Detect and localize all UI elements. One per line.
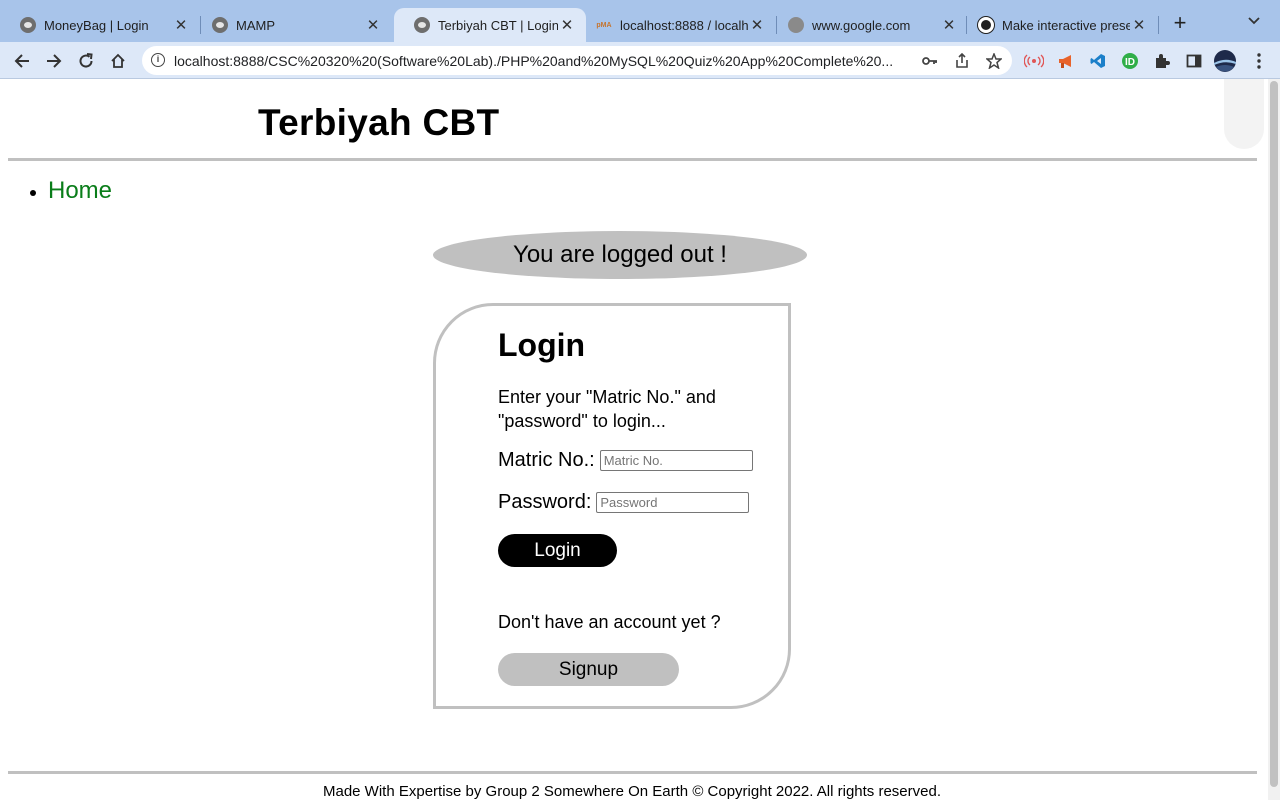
id-extension-icon[interactable]: ID: [1119, 50, 1141, 72]
tab-title: Terbiyah CBT | Login: [438, 17, 558, 33]
close-icon[interactable]: ✕: [940, 16, 958, 34]
tab-terbiyah-cbt[interactable]: Terbiyah CBT | Login ✕: [394, 8, 586, 42]
forward-arrow-icon[interactable]: [41, 48, 67, 74]
tab-phpmyadmin[interactable]: pMA localhost:8888 / localh ✕: [576, 8, 776, 42]
nav-item-home: Home: [30, 177, 112, 205]
close-icon[interactable]: ✕: [1130, 16, 1148, 34]
tab-google[interactable]: www.google.com ✕: [768, 8, 968, 42]
phpmyadmin-favicon-icon: pMA: [596, 21, 612, 29]
close-icon[interactable]: ✕: [748, 16, 766, 34]
scrollbar-thumb[interactable]: [1270, 81, 1278, 787]
header-divider: [8, 158, 1257, 161]
canva-favicon-icon: [978, 17, 994, 33]
tab-title: Make interactive prese: [1002, 17, 1130, 33]
tab-canva[interactable]: Make interactive prese ✕: [958, 8, 1158, 42]
key-icon[interactable]: [919, 50, 941, 72]
vertical-scrollbar[interactable]: [1268, 79, 1280, 800]
tab-title: www.google.com: [812, 17, 911, 33]
matric-input[interactable]: [599, 450, 753, 471]
home-icon[interactable]: [105, 48, 131, 74]
tab-title: localhost:8888 / localh: [620, 17, 748, 33]
browser-toolbar: i localhost:8888/CSC%20320%20(Software%2…: [0, 42, 1280, 79]
vscode-extension-icon[interactable]: [1087, 50, 1109, 72]
side-panel-icon[interactable]: [1183, 50, 1205, 72]
pig-favicon-icon: [20, 17, 36, 33]
site-title: Terbiyah CBT: [258, 102, 500, 143]
close-icon[interactable]: ✕: [172, 16, 190, 34]
url-text[interactable]: localhost:8888/CSC%20320%20(Software%20L…: [174, 53, 914, 69]
site-info-icon[interactable]: i: [151, 53, 165, 67]
pig-favicon-icon: [414, 17, 430, 33]
close-icon[interactable]: ✕: [364, 16, 382, 34]
tab-mamp[interactable]: MAMP ✕: [192, 8, 392, 42]
matric-label: Matric No.:: [498, 449, 595, 471]
login-button[interactable]: Login: [498, 534, 617, 567]
reload-icon[interactable]: [73, 48, 99, 74]
home-link[interactable]: Home: [48, 177, 112, 205]
back-arrow-icon[interactable]: [9, 48, 35, 74]
main-nav: Home: [30, 177, 112, 205]
tab-title: MAMP: [236, 17, 275, 33]
close-icon[interactable]: ✕: [558, 16, 576, 34]
no-account-text: Don't have an account yet ?: [498, 612, 721, 632]
address-bar[interactable]: i localhost:8888/CSC%20320%20(Software%2…: [142, 46, 1012, 75]
password-field-row: Password:: [498, 491, 750, 514]
profile-avatar-icon[interactable]: [1214, 50, 1236, 72]
pig-favicon-icon: [212, 17, 228, 33]
megaphone-extension-icon[interactable]: [1055, 50, 1077, 72]
password-input[interactable]: [596, 492, 750, 513]
svg-text:ID: ID: [1125, 57, 1135, 68]
globe-favicon-icon: [788, 17, 804, 33]
menu-kebab-icon[interactable]: [1248, 50, 1270, 72]
tab-search-chevron-icon[interactable]: [1248, 14, 1260, 28]
tab-separator: [1158, 16, 1159, 34]
bookmark-star-icon[interactable]: [983, 50, 1005, 72]
puzzle-extensions-icon[interactable]: [1151, 50, 1173, 72]
tab-moneybag[interactable]: MoneyBag | Login ✕: [0, 8, 200, 42]
share-icon[interactable]: [951, 50, 973, 72]
login-heading: Login: [498, 327, 586, 363]
login-panel: Login Enter your "Matric No." and "passw…: [433, 303, 791, 709]
floating-panel-edge: [1224, 79, 1264, 149]
footer-divider: [8, 771, 1257, 774]
tab-strip: MoneyBag | Login ✕ MAMP ✕ Terbiyah CBT |…: [0, 0, 1280, 42]
password-label: Password:: [498, 491, 592, 513]
new-tab-plus-icon[interactable]: +: [1168, 12, 1192, 36]
logout-message: You are logged out !: [433, 231, 807, 279]
broadcast-extension-icon[interactable]: [1023, 50, 1045, 72]
list-bullet-icon: [30, 190, 36, 196]
matric-field-row: Matric No.:: [498, 449, 753, 472]
login-description: Enter your "Matric No." and "password" t…: [498, 387, 716, 431]
footer-copyright: Made With Expertise by Group 2 Somewhere…: [322, 783, 941, 800]
tab-title: MoneyBag | Login: [44, 17, 149, 33]
signup-button[interactable]: Signup: [498, 653, 679, 686]
page-viewport: Terbiyah CBT Home You are logged out ! L…: [0, 79, 1280, 800]
